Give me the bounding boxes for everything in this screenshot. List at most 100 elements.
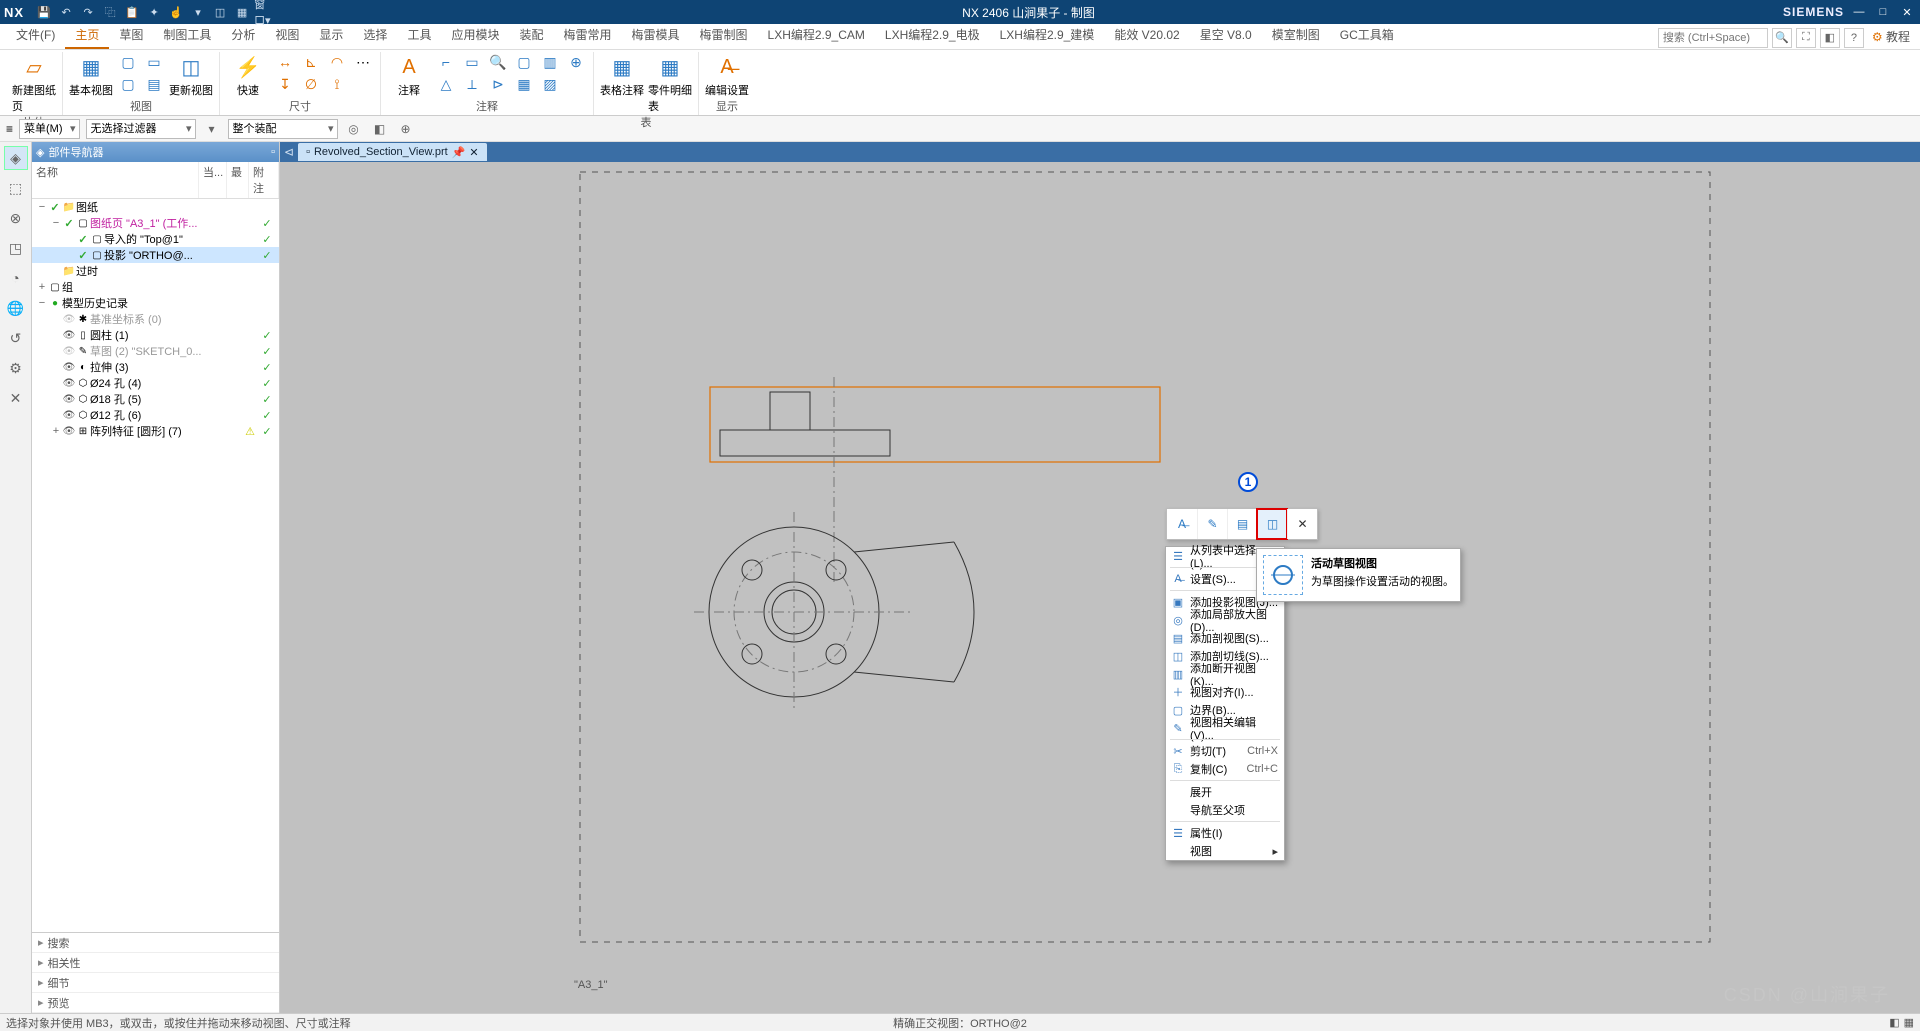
tab-mlc1[interactable]: 梅雷常用	[553, 22, 621, 49]
save-icon[interactable]: 💾	[34, 2, 54, 22]
browser-icon[interactable]: 🌐	[4, 296, 28, 320]
tab-drawing-tools[interactable]: 制图工具	[153, 22, 221, 49]
file-menu[interactable]: 文件(F)	[6, 22, 65, 49]
surf-icon[interactable]: ⊳	[487, 74, 509, 94]
tab-lxh-elec[interactable]: LXH编程2.9_电极	[875, 22, 990, 49]
assembly-nav-icon[interactable]: ⬚	[4, 176, 28, 200]
tab-assembly[interactable]: 装配	[509, 22, 553, 49]
tree-row[interactable]: 👁⬡Ø18 孔 (5)✓	[32, 391, 279, 407]
target-icon[interactable]: ⊕	[565, 52, 587, 72]
note-button[interactable]: A注释	[387, 52, 431, 98]
qa-icon[interactable]: ✦	[144, 2, 164, 22]
tab-prev-icon[interactable]: ⊲	[284, 145, 294, 159]
hd3d-icon[interactable]: ◔	[4, 266, 28, 290]
tab-xk[interactable]: 星空 V8.0	[1190, 22, 1262, 49]
tab-analysis[interactable]: 分析	[221, 22, 265, 49]
document-tab[interactable]: ▫ Revolved_Section_View.prt 📌 ✕	[298, 143, 487, 161]
gd-icon[interactable]: ⌐	[435, 52, 457, 72]
context-menu-item[interactable]: ▥添加断开视图(K)...	[1166, 665, 1284, 683]
context-menu-item[interactable]: ✎视图相关编辑(V)...	[1166, 719, 1284, 737]
edit-settings-button[interactable]: A̶编辑设置	[705, 52, 749, 98]
base-view-button[interactable]: ▦基本视图	[69, 52, 113, 98]
tree-row[interactable]: −✓▢图纸页 "A3_1" (工作...✓	[32, 215, 279, 231]
nav-section-preview[interactable]: ▸预览	[32, 993, 279, 1013]
dim-more-icon[interactable]: ⋯	[352, 52, 374, 72]
window-menu[interactable]: 窗口▾	[254, 2, 274, 22]
nav-section-related[interactable]: ▸相关性	[32, 953, 279, 973]
tree-row[interactable]: ✓▢投影 "ORTHO@...✓	[32, 247, 279, 263]
tab-display[interactable]: 显示	[309, 22, 353, 49]
maximize-button[interactable]: □	[1874, 3, 1892, 21]
tab-lxh-model[interactable]: LXH编程2.9_建模	[990, 22, 1105, 49]
assembly-filter-dropdown[interactable]: 整个装配	[228, 119, 338, 139]
graphics-canvas[interactable]: 1 A̶✎▤◫✕ ☰从列表中选择(L)...A̶设置(S)...▣添加投影视图(…	[280, 162, 1920, 1013]
status-icon-1[interactable]: ◧	[1889, 1016, 1899, 1029]
fullscreen-icon[interactable]: ⛶	[1796, 28, 1816, 48]
tab-tools[interactable]: 工具	[397, 22, 441, 49]
tutorial-link[interactable]: ⚙ 教程	[1868, 26, 1914, 49]
reuse-lib-icon[interactable]: ◳	[4, 236, 28, 260]
aux-view-icon[interactable]: ▢	[117, 74, 139, 94]
copy-icon[interactable]: ⿻	[100, 2, 120, 22]
roles-icon[interactable]: ⚙	[4, 356, 28, 380]
redo-icon[interactable]: ↷	[78, 2, 98, 22]
context-menu-item[interactable]: ◎添加局部放大图(D)...	[1166, 611, 1284, 629]
tab-mlc2[interactable]: 梅雷模具	[622, 22, 690, 49]
context-menu-item[interactable]: 展开	[1166, 783, 1284, 801]
tab-select[interactable]: 选择	[353, 22, 397, 49]
context-menu-item[interactable]: ▤添加剖视图(S)...	[1166, 629, 1284, 647]
filter-icon[interactable]: ▾	[202, 119, 222, 139]
context-menu-item[interactable]: ✂剪切(T)Ctrl+X	[1166, 742, 1284, 760]
part-navigator-icon[interactable]: ◈	[4, 146, 28, 170]
radial-btn-2[interactable]: ▤	[1227, 509, 1257, 539]
tab-drawing2[interactable]: 模室制图	[1262, 22, 1330, 49]
tools-icon[interactable]: ✕	[4, 386, 28, 410]
table-note-button[interactable]: ▦表格注释	[600, 52, 644, 98]
quick-dim-button[interactable]: ⚡快速	[226, 52, 270, 98]
tree-row[interactable]: +👁⊞阵列特征 [圆形] (7) ⚠✓	[32, 423, 279, 439]
tbl-icon[interactable]: ▨	[539, 74, 561, 94]
tree-row[interactable]: 📁过时	[32, 263, 279, 279]
weld-icon[interactable]: ⟂	[461, 74, 483, 94]
context-menu-item[interactable]: ☰属性(I)	[1166, 824, 1284, 842]
switch-window-icon[interactable]: ◫	[210, 2, 230, 22]
col-name[interactable]: 名称	[32, 162, 199, 198]
radial-btn-4[interactable]: ✕	[1287, 509, 1317, 539]
filter-tool-2-icon[interactable]: ◧	[370, 119, 390, 139]
tab-nx[interactable]: 能效 V20.02	[1104, 22, 1189, 49]
detail-view-icon[interactable]: ▤	[143, 74, 165, 94]
tree-row[interactable]: 👁✱基准坐标系 (0)	[32, 311, 279, 327]
img-icon[interactable]: ▥	[539, 52, 561, 72]
tree-row[interactable]: 👁▯圆柱 (1)✓	[32, 327, 279, 343]
touch-icon[interactable]: ☝	[166, 2, 186, 22]
dim-dia-icon[interactable]: ∅	[300, 74, 322, 94]
proj-view-icon[interactable]: ▢	[117, 52, 139, 72]
pin-icon[interactable]: 📌	[452, 146, 466, 159]
filter-tool-1-icon[interactable]: ◎	[344, 119, 364, 139]
tab-lxh-cam[interactable]: LXH编程2.9_CAM	[758, 22, 875, 49]
context-menu-item[interactable]: ⎘复制(C)Ctrl+C	[1166, 760, 1284, 778]
tree-row[interactable]: 👁◐拉伸 (3)✓	[32, 359, 279, 375]
tab-sketch[interactable]: 草图	[109, 22, 153, 49]
window-list-icon[interactable]: ▦	[232, 2, 252, 22]
section-view-icon[interactable]: ▭	[143, 52, 165, 72]
tab-gc[interactable]: GC工具箱	[1330, 22, 1404, 49]
minimize-button[interactable]: —	[1850, 3, 1868, 21]
dim-angle-icon[interactable]: ⊾	[300, 52, 322, 72]
tab-app[interactable]: 应用模块	[441, 22, 509, 49]
tab-view[interactable]: 视图	[265, 22, 309, 49]
menu-dropdown[interactable]: 菜单(M)	[19, 119, 80, 139]
dim-linear-icon[interactable]: ↔	[274, 52, 296, 72]
balloon-icon[interactable]: ▭	[461, 52, 483, 72]
new-sheet-button[interactable]: ▱新建图纸页	[12, 52, 56, 114]
selection-filter-dropdown[interactable]: 无选择过滤器	[86, 119, 196, 139]
rect-icon[interactable]: ▢	[513, 52, 535, 72]
constraint-nav-icon[interactable]: ⊗	[4, 206, 28, 230]
update-view-button[interactable]: ◫更新视图	[169, 52, 213, 98]
radial-btn-3[interactable]: ◫	[1257, 509, 1287, 539]
tree-row[interactable]: 👁⬡Ø24 孔 (4)✓	[32, 375, 279, 391]
undo-icon[interactable]: ↶	[56, 2, 76, 22]
close-button[interactable]: ✕	[1898, 3, 1916, 21]
hamburger-icon[interactable]: ≡	[6, 122, 13, 136]
tree-row[interactable]: ✓▢导入的 "Top@1"✓	[32, 231, 279, 247]
